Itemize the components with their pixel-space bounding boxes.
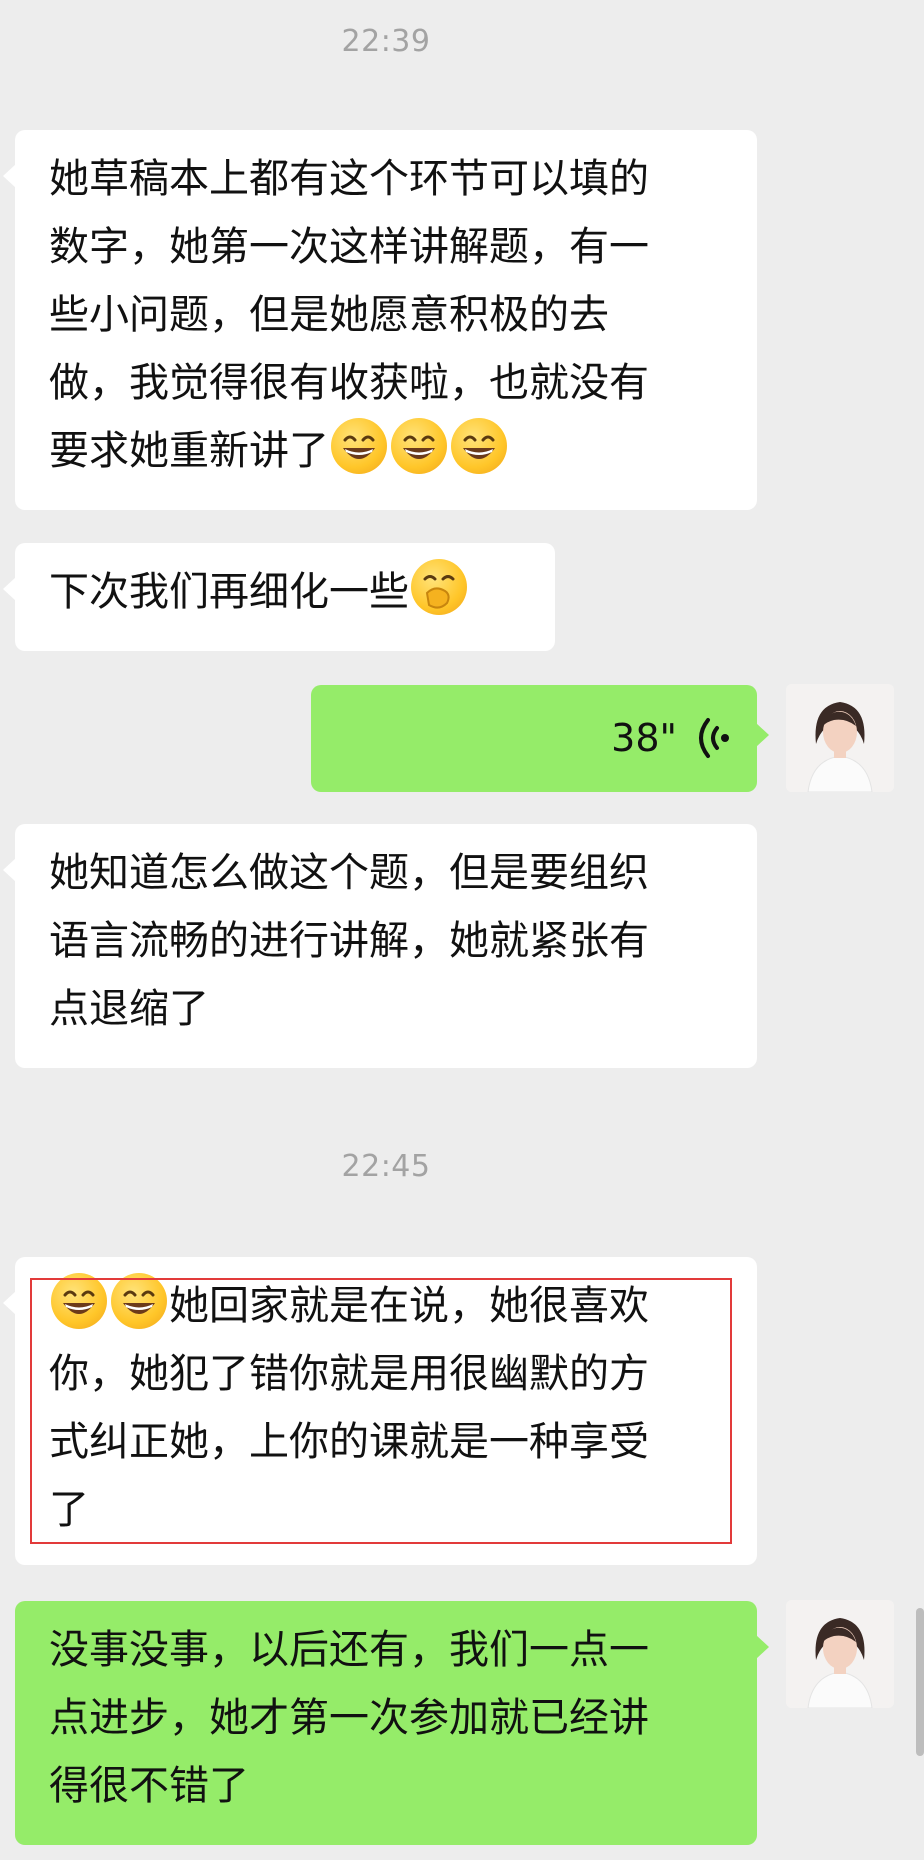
message-line: 她草稿本上都有这个环节可以填的 — [49, 156, 649, 202]
outgoing-message-bubble[interactable]: 没事没事，以后还有，我们一点一 点进步，她才第一次参加就已经讲 得很不错了 — [15, 1601, 769, 1845]
incoming-message-bubble[interactable]: 她草稿本上都有这个环节可以填的 数字，她第一次这样讲解题，有一 些小问题，但是她… — [3, 130, 757, 510]
message-line: 了 — [49, 1487, 89, 1533]
message-line: 点进步，她才第一次参加就已经讲 — [49, 1695, 649, 1741]
message-line: 语言流畅的进行讲解，她就紧张有 — [49, 918, 649, 964]
message-line: 点退缩了 — [49, 986, 209, 1032]
user-avatar-icon — [786, 684, 894, 792]
message-text: 下次我们再细化一些 — [49, 569, 409, 615]
message-line: 些小问题，但是她愿意积极的去 — [49, 292, 609, 338]
voice-message-bubble[interactable]: 38" — [311, 685, 769, 792]
timestamp: 22:45 — [341, 1149, 431, 1184]
grinning-face-icon — [331, 418, 387, 474]
grinning-face-icon — [451, 418, 507, 474]
voice-wave-icon — [697, 715, 735, 765]
grinning-face-icon — [111, 1273, 167, 1329]
message-line: 要求她重新讲了 — [49, 417, 723, 485]
incoming-message-bubble[interactable]: 下次我们再细化一些 — [3, 543, 555, 651]
message-line: 数字，她第一次这样讲解题，有一 — [49, 224, 649, 270]
grinning-face-icon — [391, 418, 447, 474]
user-avatar-icon — [786, 1600, 894, 1708]
message-line: 她知道怎么做这个题，但是要组织 — [49, 850, 649, 896]
message-line: 你，她犯了错你就是用很幽默的方 — [49, 1351, 649, 1397]
message-line: 她回家就是在说，她很喜欢 — [49, 1272, 723, 1340]
message-line: 式纠正她，上你的课就是一种享受 — [49, 1419, 649, 1465]
voice-duration: 38" — [611, 716, 677, 760]
incoming-message-bubble[interactable]: 她回家就是在说，她很喜欢 你，她犯了错你就是用很幽默的方 式纠正她，上你的课就是… — [3, 1257, 757, 1565]
message-line: 得很不错了 — [49, 1763, 249, 1809]
timestamp: 22:39 — [341, 24, 431, 59]
avatar[interactable] — [786, 684, 894, 792]
grinning-face-icon — [51, 1273, 107, 1329]
incoming-message-bubble[interactable]: 她知道怎么做这个题，但是要组织 语言流畅的进行讲解，她就紧张有 点退缩了 — [3, 824, 757, 1068]
face-with-hand-over-mouth-icon — [411, 559, 467, 615]
avatar[interactable] — [786, 1600, 894, 1708]
scrollbar[interactable] — [916, 1608, 924, 1756]
message-text: 她回家就是在说，她很喜欢 — [169, 1283, 649, 1329]
message-line: 做，我觉得很有收获啦，也就没有 — [49, 360, 649, 406]
message-line: 没事没事，以后还有，我们一点一 — [49, 1627, 649, 1673]
message-text: 要求她重新讲了 — [49, 428, 329, 474]
